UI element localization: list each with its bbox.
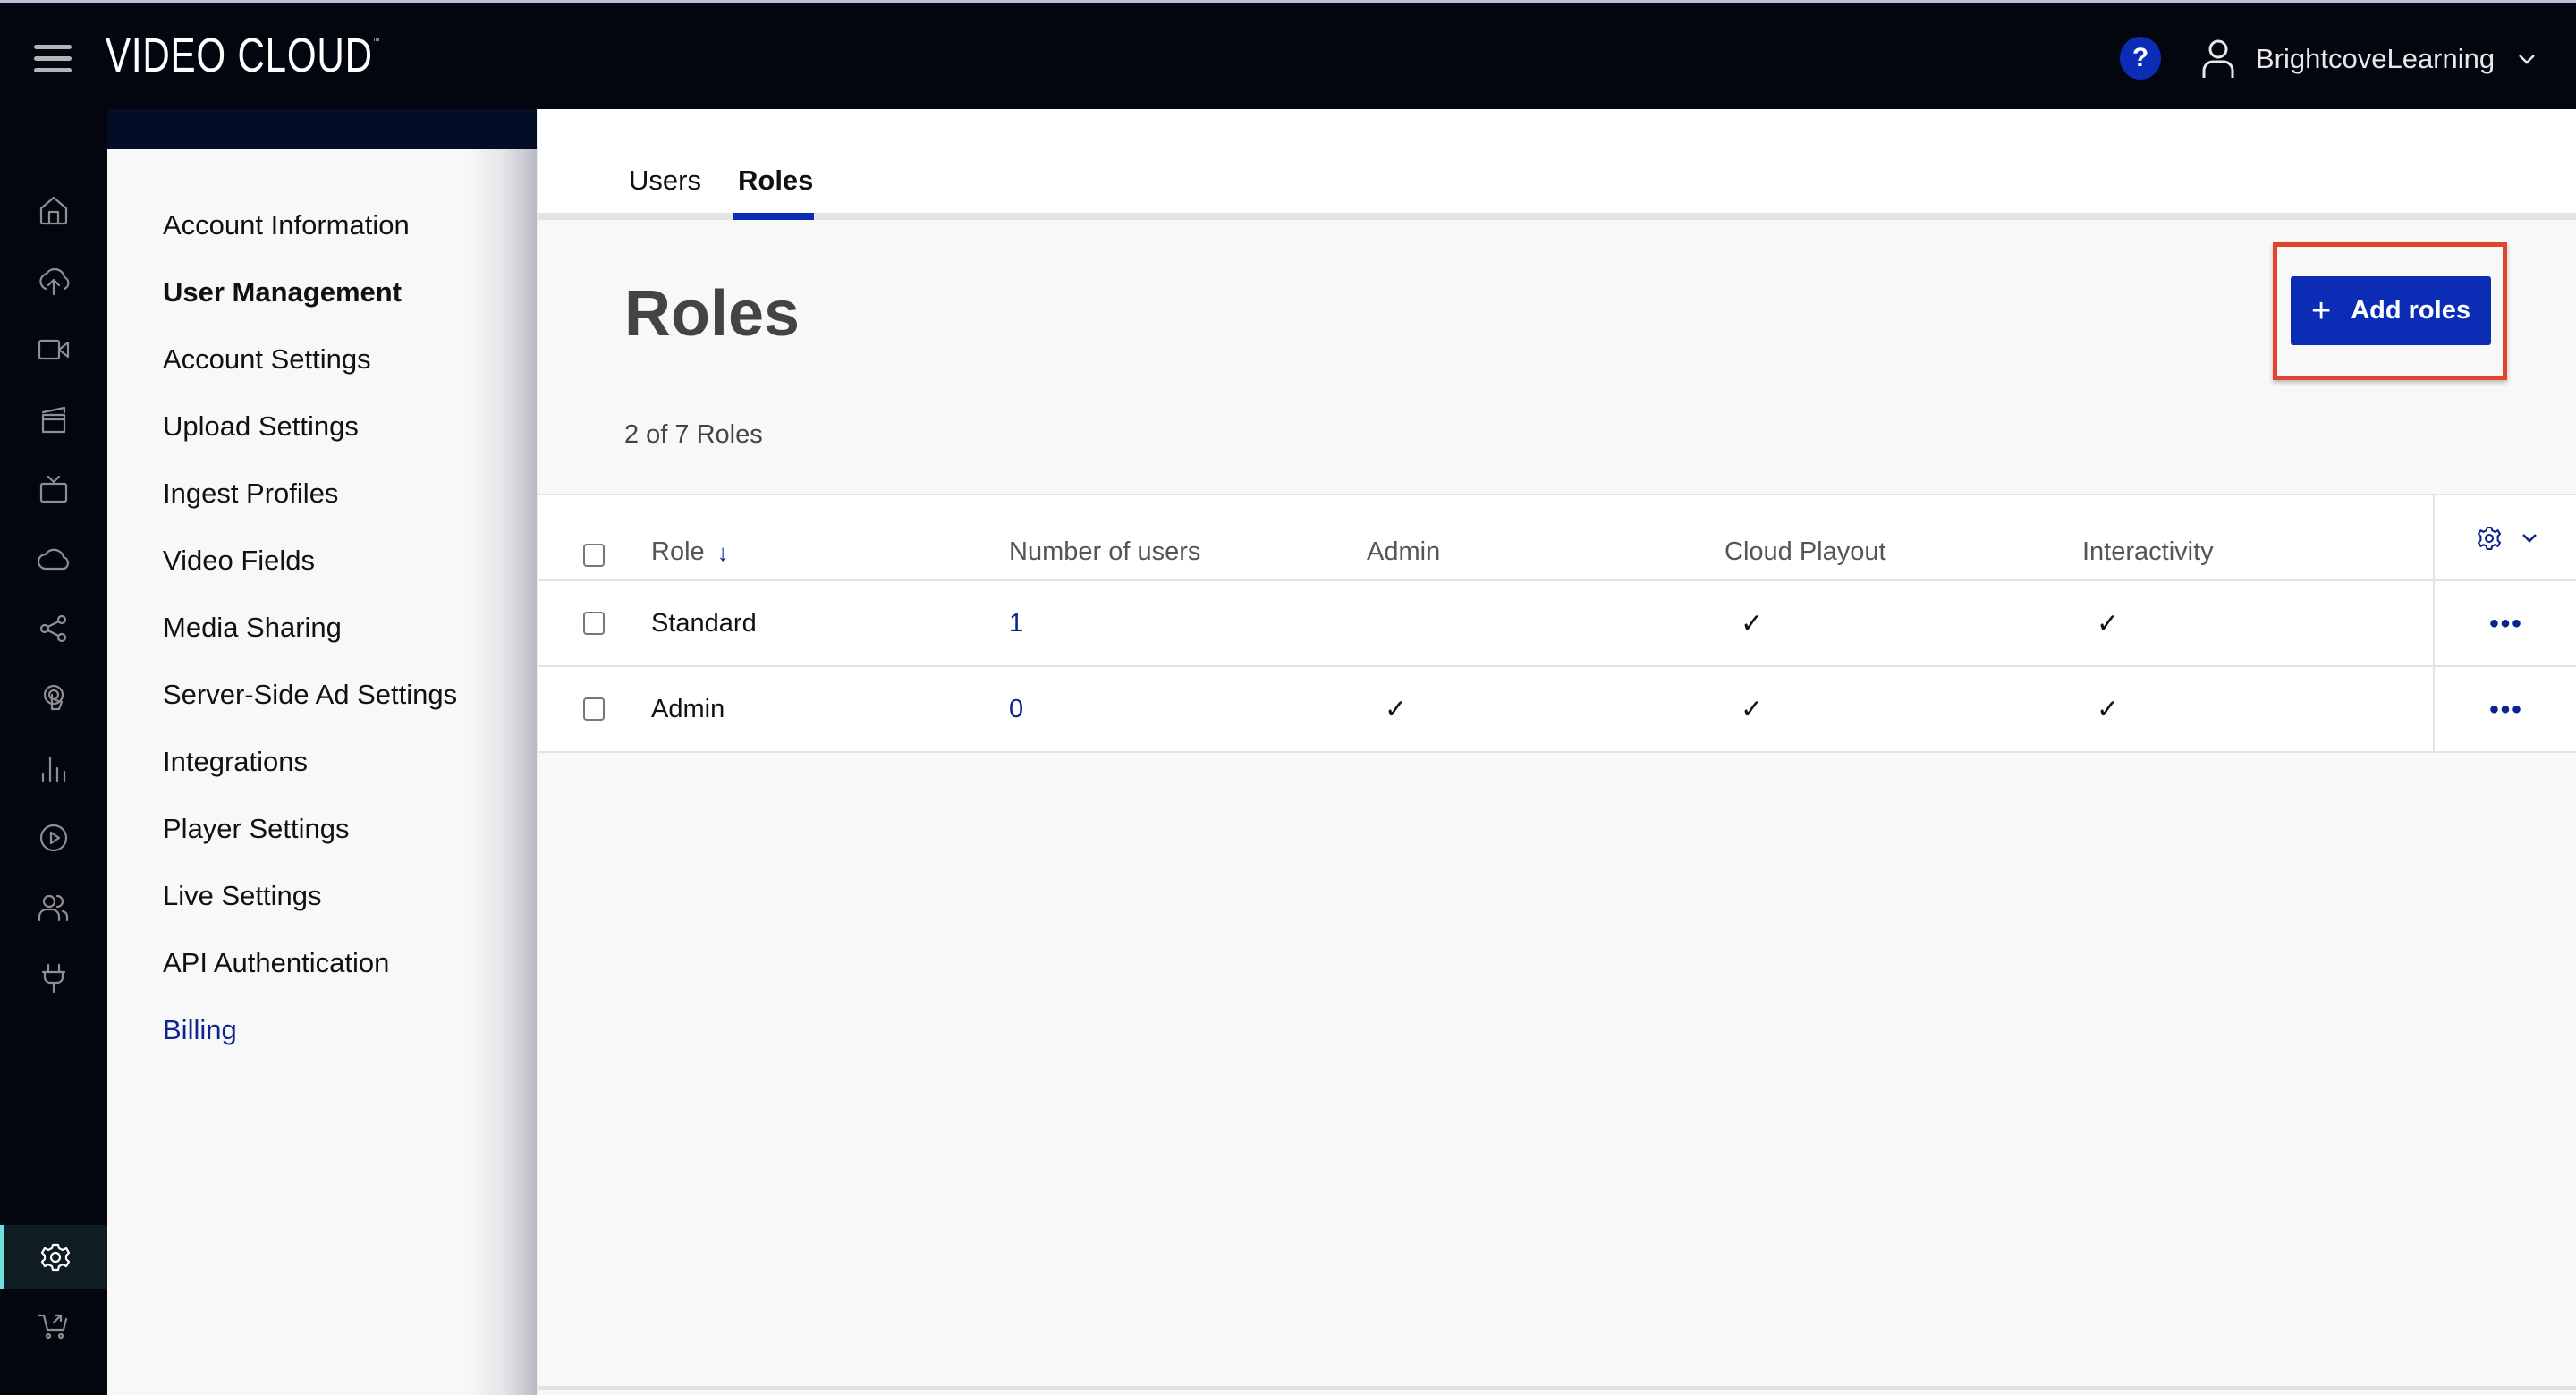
role-name: Standard: [651, 608, 757, 638]
column-header-role[interactable]: Role ↓: [651, 495, 729, 579]
nav-players[interactable]: [0, 807, 107, 869]
tab-roles[interactable]: Roles: [738, 165, 813, 197]
column-header-cloud-playout[interactable]: Cloud Playout: [1724, 495, 1886, 579]
number-of-users-link[interactable]: 1: [1009, 609, 1023, 638]
clapperboard-icon: [41, 406, 66, 434]
nav-interactivity[interactable]: [0, 667, 107, 730]
video-camera-icon: [38, 339, 70, 360]
home-icon: [39, 196, 68, 225]
column-settings-menu[interactable]: [2433, 495, 2576, 581]
role-name: Admin: [651, 694, 725, 723]
subnav-item-integrations[interactable]: Integrations: [163, 744, 457, 811]
settings-menu: Account Information User Management Acco…: [163, 207, 457, 1079]
nav-plugins[interactable]: [0, 946, 107, 1009]
subnav-item-user-management[interactable]: User Management: [163, 275, 457, 342]
subnav-item-media-sharing[interactable]: Media Sharing: [163, 610, 457, 677]
analytics-bars-icon: [41, 756, 66, 782]
content-bottom-border: [538, 1386, 2576, 1390]
nav-analytics[interactable]: [0, 737, 107, 799]
tab-users[interactable]: Users: [629, 165, 701, 197]
nav-social[interactable]: [0, 597, 107, 660]
table-header-row: Role ↓ Number of users Admin Cloud Playou…: [538, 495, 2576, 581]
nav-cart[interactable]: [0, 1295, 107, 1357]
app-logo: VIDEO CLOUD™: [106, 28, 380, 83]
row-actions-more-icon[interactable]: •••: [2489, 609, 2523, 639]
subnav-item-upload-settings[interactable]: Upload Settings: [163, 409, 457, 476]
nav-settings[interactable]: [0, 1225, 107, 1289]
nav-audience[interactable]: [0, 876, 107, 939]
settings-gear-icon: [40, 1243, 71, 1272]
row-actions-more-icon[interactable]: •••: [2489, 695, 2523, 725]
row-checkbox[interactable]: [583, 667, 606, 751]
users-icon: [38, 894, 69, 922]
plug-icon: [41, 963, 66, 993]
subnav-item-api-authentication[interactable]: API Authentication: [163, 945, 457, 1012]
subnav-item-ingest-profiles[interactable]: Ingest Profiles: [163, 476, 457, 543]
cart-icon: [38, 1314, 68, 1340]
roles-count: 2 of 7 Roles: [624, 420, 763, 449]
nav-cloud[interactable]: [0, 528, 107, 590]
nav-media[interactable]: [0, 318, 107, 381]
account-menu[interactable]: BrightcoveLearning: [2200, 37, 2536, 81]
active-tab-indicator: [733, 213, 814, 220]
hamburger-menu-icon[interactable]: [34, 45, 72, 73]
help-button[interactable]: ?: [2120, 37, 2161, 80]
tv-icon: [39, 475, 68, 503]
nav-home[interactable]: [0, 179, 107, 241]
settings-subnav: Account Information User Management Acco…: [107, 109, 537, 1395]
main-content: Users Roles Roles 2 of 7 Roles + Add rol…: [537, 109, 2576, 1395]
plus-icon: +: [2311, 292, 2332, 330]
trademark: ™: [372, 37, 381, 46]
table-row[interactable]: Admin 0 ✓ ✓ ✓ •••: [538, 667, 2576, 753]
chevron-down-icon: [2522, 534, 2537, 543]
subnav-item-billing[interactable]: Billing: [163, 1012, 457, 1079]
upload-icon: [39, 267, 70, 296]
cloud-playout-check-icon: ✓: [1741, 608, 1764, 638]
tab-bar: Users Roles: [538, 109, 2576, 220]
gear-icon: [2477, 526, 2502, 551]
play-circle-icon: [39, 824, 68, 852]
app-title: VIDEO CLOUD: [106, 29, 373, 82]
admin-check-icon: ✓: [1385, 694, 1408, 724]
add-roles-button[interactable]: + Add roles: [2291, 276, 2491, 345]
roles-table: Role ↓ Number of users Admin Cloud Playou…: [538, 494, 2576, 753]
column-header-interactivity[interactable]: Interactivity: [2082, 495, 2214, 579]
interactivity-touch-icon: [43, 684, 64, 711]
user-icon: [2202, 39, 2234, 78]
subnav-header-strip: [107, 109, 537, 149]
cloud-icon: [37, 548, 70, 571]
subnav-item-video-fields[interactable]: Video Fields: [163, 543, 457, 610]
cloud-playout-check-icon: ✓: [1741, 694, 1764, 724]
row-checkbox[interactable]: [583, 581, 606, 665]
interactivity-check-icon: ✓: [2097, 608, 2120, 638]
chevron-down-icon: [2519, 55, 2536, 64]
column-header-number-of-users[interactable]: Number of users: [1009, 495, 1200, 579]
top-bar: VIDEO CLOUD™ ? BrightcoveLearning: [0, 0, 2576, 109]
table-row[interactable]: Standard 1 ✓ ✓ •••: [538, 581, 2576, 667]
roles-table-area: Role ↓ Number of users Admin Cloud Playou…: [538, 494, 2576, 1289]
nav-live[interactable]: [0, 458, 107, 520]
interactivity-check-icon: ✓: [2097, 694, 2120, 724]
page-title: Roles: [624, 278, 801, 350]
subnav-item-account-information[interactable]: Account Information: [163, 207, 457, 275]
subnav-item-live-settings[interactable]: Live Settings: [163, 878, 457, 945]
nav-upload[interactable]: [0, 249, 107, 311]
subnav-item-player-settings[interactable]: Player Settings: [163, 811, 457, 878]
number-of-users-link[interactable]: 0: [1009, 695, 1023, 724]
column-header-role-label: Role: [651, 537, 705, 566]
sort-arrow-down-icon[interactable]: ↓: [717, 539, 729, 567]
add-roles-label: Add roles: [2351, 296, 2470, 325]
select-all-checkbox[interactable]: [583, 495, 606, 579]
subnav-item-server-side-ad-settings[interactable]: Server-Side Ad Settings: [163, 677, 457, 744]
share-icon: [39, 614, 67, 643]
primary-nav-rail: [0, 109, 107, 1395]
account-name: BrightcoveLearning: [2256, 43, 2496, 74]
subnav-item-account-settings[interactable]: Account Settings: [163, 342, 457, 409]
nav-studio[interactable]: [0, 388, 107, 451]
column-header-admin[interactable]: Admin: [1367, 495, 1440, 579]
